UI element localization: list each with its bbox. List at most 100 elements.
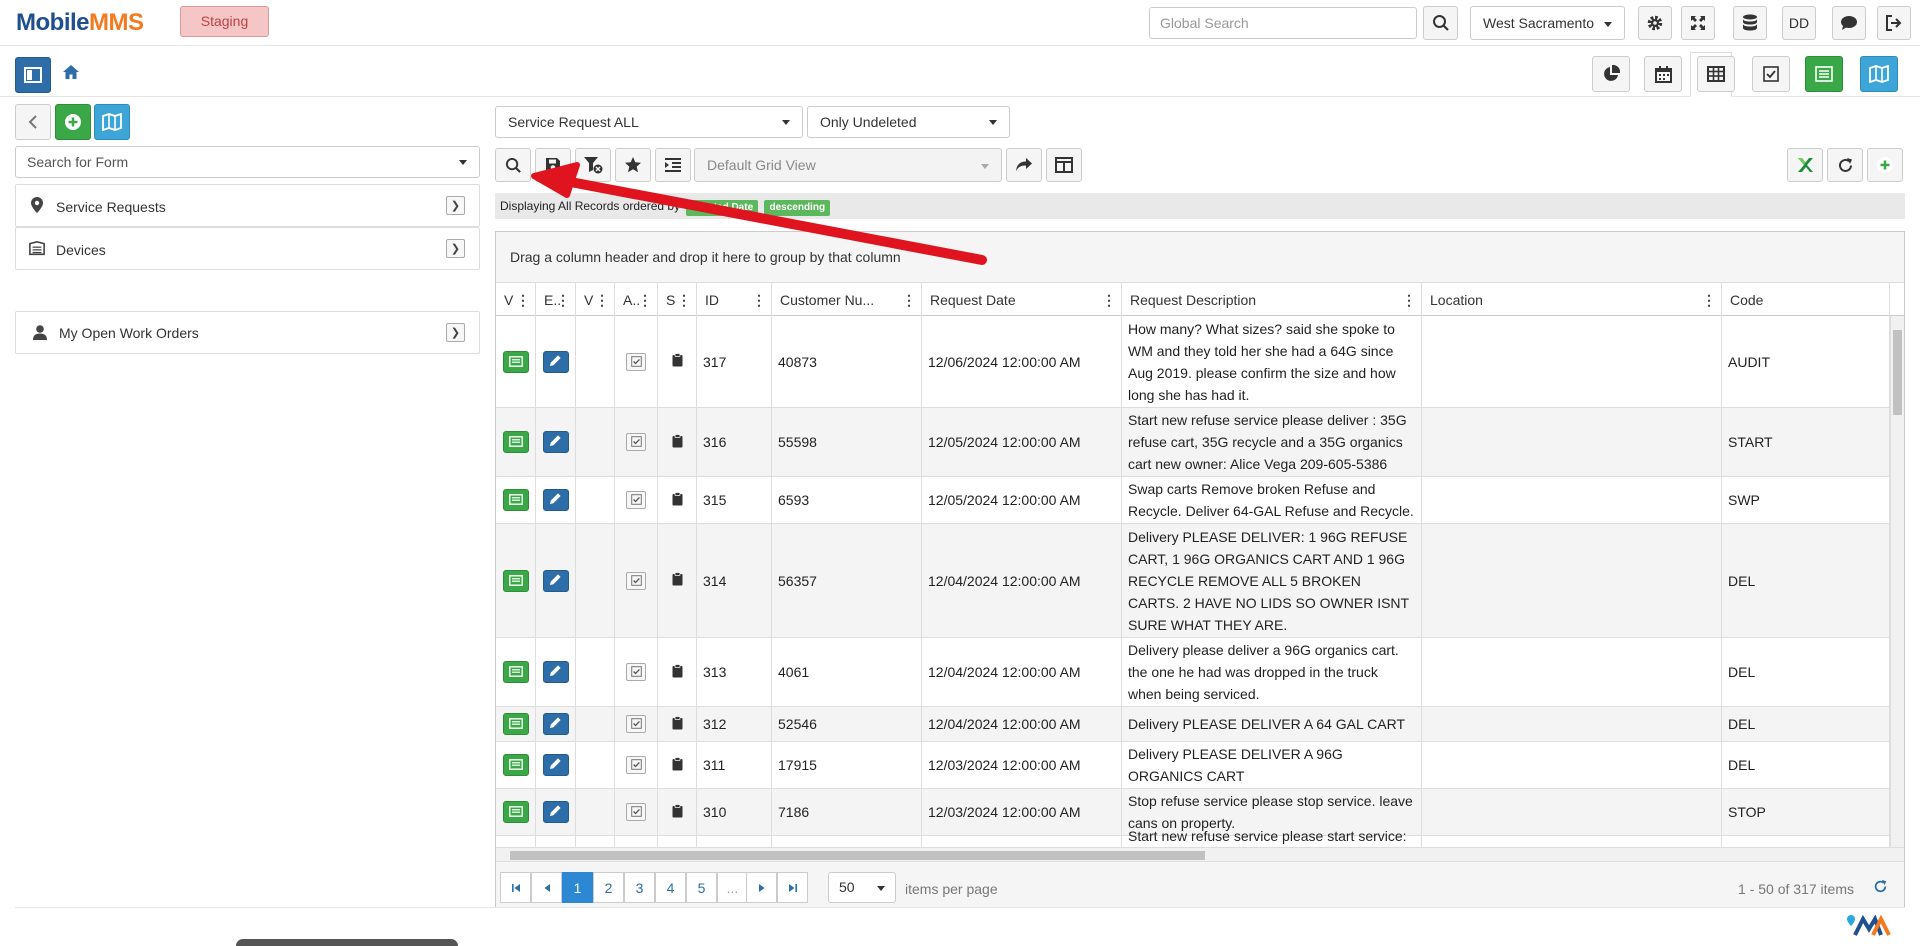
page-2-button[interactable]: 2	[593, 872, 624, 903]
next-page-button[interactable]	[746, 872, 777, 903]
deleted-filter-select[interactable]: Only Undeleted	[807, 106, 1010, 138]
page-3-button[interactable]: 3	[624, 872, 655, 903]
grid-view-button[interactable]	[1697, 56, 1735, 92]
database-button[interactable]	[1733, 6, 1767, 40]
chevron-right-icon[interactable]: ❯	[446, 196, 465, 215]
view-record-button[interactable]	[502, 754, 529, 776]
assign-checkbox[interactable]	[626, 571, 646, 590]
column-menu-icon[interactable]: ⋮	[902, 292, 916, 309]
column-header-view[interactable]: V ⋮	[496, 283, 536, 316]
clipboard-icon[interactable]	[672, 715, 683, 733]
column-menu-icon[interactable]: ⋮	[1402, 292, 1416, 309]
assign-checkbox[interactable]	[626, 352, 646, 371]
edit-record-button[interactable]	[542, 661, 569, 683]
assign-checkbox[interactable]	[626, 663, 646, 681]
scrollbar-thumb[interactable]	[1893, 330, 1902, 415]
task-view-button[interactable]	[1752, 56, 1790, 92]
view-record-button[interactable]	[502, 489, 529, 511]
sidebar-item-my-open-work-orders[interactable]: My Open Work Orders ❯	[15, 311, 480, 354]
column-header-attachment[interactable]: A.. ⋮	[615, 283, 658, 316]
view-record-button[interactable]	[502, 801, 529, 823]
column-menu-icon[interactable]: ⋮	[595, 292, 609, 309]
edit-record-button[interactable]	[542, 713, 569, 735]
user-menu-button[interactable]: DD	[1782, 6, 1816, 40]
sidebar-item-service-requests[interactable]: Service Requests ❯	[15, 184, 480, 227]
edit-record-button[interactable]	[542, 350, 569, 373]
column-header-customer-number[interactable]: Customer Nu... ⋮	[772, 283, 922, 316]
home-button[interactable]	[62, 64, 80, 83]
chevron-right-icon[interactable]: ❯	[446, 239, 465, 258]
table-row[interactable]: Start new refuse service please start se…	[496, 825, 1890, 847]
column-menu-icon[interactable]: ⋮	[638, 292, 652, 309]
add-record-button[interactable]	[1867, 148, 1903, 182]
view-record-button[interactable]	[502, 661, 529, 683]
page-size-select[interactable]: 50	[828, 872, 896, 903]
table-row[interactable]: 312 52546 12/04/2024 12:00:00 AM Delivery P…	[496, 707, 1890, 742]
column-header-location[interactable]: Location ⋮	[1422, 283, 1722, 316]
column-menu-icon[interactable]: ⋮	[556, 292, 570, 309]
form-type-select[interactable]: Service Request ALL	[495, 106, 803, 138]
assign-checkbox[interactable]	[626, 803, 646, 821]
view-record-button[interactable]	[502, 569, 529, 592]
messages-button[interactable]	[1832, 6, 1866, 40]
table-row[interactable]: 316 55598 12/05/2024 12:00:00 AM Start new …	[496, 408, 1890, 477]
clipboard-icon[interactable]	[672, 663, 683, 681]
assign-checkbox[interactable]	[626, 756, 646, 774]
grid-search-button[interactable]	[495, 148, 531, 182]
export-excel-button[interactable]	[1787, 148, 1823, 182]
view-record-button[interactable]	[502, 431, 529, 453]
logout-button[interactable]	[1877, 6, 1911, 40]
column-header-edit[interactable]: E.. ⋮	[536, 283, 576, 316]
scrollbar-thumb[interactable]	[510, 851, 1205, 860]
view-record-button[interactable]	[502, 350, 529, 373]
form-search-select[interactable]: Search for Form	[15, 146, 480, 178]
settings-button[interactable]	[1638, 6, 1672, 40]
dashboard-view-button[interactable]	[1592, 56, 1630, 92]
global-search-button[interactable]	[1423, 6, 1458, 40]
last-page-button[interactable]	[777, 872, 808, 903]
clipboard-icon[interactable]	[672, 433, 683, 451]
refresh-grid-button[interactable]	[1827, 148, 1863, 182]
table-row[interactable]: 313 4061 12/04/2024 12:00:00 AM Delivery pl…	[496, 638, 1890, 707]
sidebar-item-devices[interactable]: Devices ❯	[15, 227, 480, 270]
map-view-button[interactable]	[1860, 56, 1898, 92]
clear-filter-button[interactable]	[575, 148, 611, 182]
page-1-button[interactable]: 1	[562, 872, 593, 903]
column-header-request-date[interactable]: Request Date ⋮	[922, 283, 1122, 316]
add-form-button[interactable]	[55, 104, 91, 140]
assign-checkbox[interactable]	[626, 491, 646, 509]
environment-badge[interactable]: Staging	[180, 6, 269, 37]
app-logo[interactable]: MobileMMS	[16, 9, 144, 37]
global-search-input[interactable]	[1149, 7, 1417, 39]
column-menu-icon[interactable]: ⋮	[1102, 292, 1116, 309]
save-button[interactable]	[535, 148, 571, 182]
page-ellipsis-button[interactable]: ...	[717, 872, 748, 903]
table-row[interactable]: 315 6593 12/05/2024 12:00:00 AM Swap carts …	[496, 477, 1890, 524]
chevron-right-icon[interactable]: ❯	[446, 323, 465, 342]
clipboard-icon[interactable]	[672, 572, 683, 589]
clipboard-icon[interactable]	[672, 803, 683, 821]
table-row[interactable]: 311 17915 12/03/2024 12:00:00 AM Delivery P…	[496, 742, 1890, 789]
clipboard-icon[interactable]	[672, 353, 683, 370]
page-5-button[interactable]: 5	[686, 872, 717, 903]
column-menu-button[interactable]	[655, 148, 691, 182]
table-row[interactable]: 314 56357 12/04/2024 12:00:00 AM Delivery P…	[496, 524, 1890, 638]
fullscreen-button[interactable]	[1681, 6, 1715, 40]
page-4-button[interactable]: 4	[655, 872, 686, 903]
column-menu-icon[interactable]: ⋮	[516, 292, 530, 309]
location-select[interactable]: West Sacramento	[1470, 6, 1625, 40]
favorite-button[interactable]	[615, 148, 651, 182]
edit-record-button[interactable]	[542, 754, 569, 776]
calendar-view-button[interactable]	[1644, 56, 1682, 92]
first-page-button[interactable]	[500, 872, 531, 903]
column-header-code[interactable]: Code	[1722, 283, 1890, 316]
column-menu-icon[interactable]: ⋮	[677, 292, 691, 309]
column-menu-icon[interactable]: ⋮	[1702, 292, 1716, 309]
share-button[interactable]	[1006, 148, 1042, 182]
prev-page-button[interactable]	[531, 872, 562, 903]
column-menu-icon[interactable]: ⋮	[752, 292, 766, 309]
vertical-scrollbar[interactable]	[1890, 316, 1904, 847]
back-button[interactable]	[15, 104, 51, 140]
grid-view-select[interactable]: Default Grid View	[694, 148, 1002, 182]
column-header-id[interactable]: ID ⋮	[697, 283, 772, 316]
